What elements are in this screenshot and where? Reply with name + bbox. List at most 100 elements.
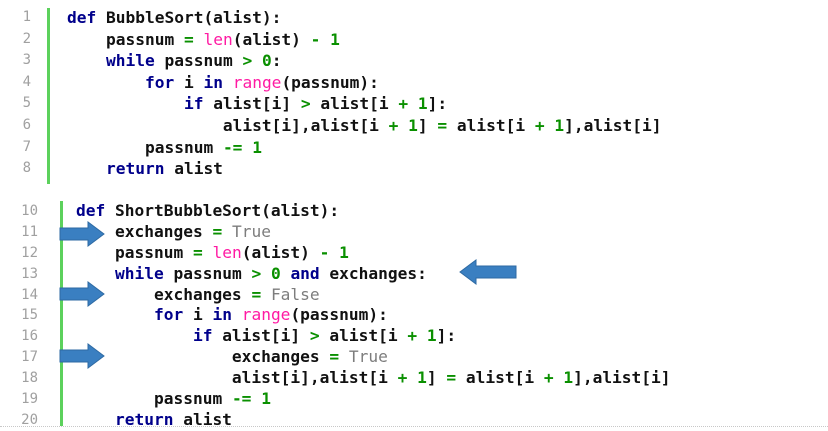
- code-token: =: [446, 368, 457, 388]
- code-token: ]:: [436, 326, 457, 346]
- code-token: 1: [252, 137, 262, 157]
- line-number: 4: [22, 73, 31, 90]
- code-token: 1: [339, 242, 349, 262]
- code-token: ]: [426, 368, 447, 388]
- code-token: ]:: [427, 94, 448, 114]
- code-text: def ShortBubbleSort(alist):: [76, 201, 339, 222]
- code-token: alist: [174, 159, 223, 179]
- code-token: ShortBubbleSort(alist):: [114, 201, 340, 220]
- code-token: alist[i: [319, 326, 408, 346]
- code-token: +: [534, 115, 545, 135]
- code-text: if alist[i] > alist[i + 1]:: [76, 326, 456, 347]
- code-token: (passnum):: [290, 305, 388, 325]
- code-token: 1: [408, 115, 418, 135]
- code-token: =: [212, 221, 223, 241]
- code-token: True: [231, 221, 271, 241]
- code-token: i: [183, 72, 204, 92]
- line-number: 19: [21, 391, 38, 408]
- code-token: -: [319, 242, 330, 262]
- code-token: 0: [270, 263, 281, 283]
- line-number: 12: [21, 244, 38, 261]
- code-token: =: [183, 29, 194, 49]
- code-token: while: [76, 263, 174, 283]
- line-number: 1: [22, 9, 31, 25]
- line-number: 20: [21, 411, 38, 428]
- code-text: while passnum > 0:: [67, 50, 281, 72]
- code-token: 1: [554, 115, 565, 135]
- code-token: -=: [231, 389, 252, 409]
- code-token: +: [388, 115, 399, 135]
- code-token: passnum: [76, 389, 232, 409]
- code-token: return: [67, 159, 175, 179]
- code-token: >: [300, 94, 311, 114]
- line-number: 6: [22, 116, 31, 133]
- line-number: 2: [22, 30, 31, 47]
- code-token: exchanges: [76, 347, 330, 367]
- code-token: alist[i: [447, 115, 535, 135]
- code-token: if: [67, 94, 214, 114]
- line-number: 14: [21, 286, 38, 303]
- line-number: 8: [22, 160, 31, 177]
- code-token: True: [348, 347, 388, 367]
- code-token: and: [290, 263, 330, 283]
- code-token: ]: [417, 115, 438, 135]
- code-token: def: [67, 8, 106, 27]
- code-token: 1: [417, 94, 428, 114]
- code-text: alist[i],alist[i + 1] = alist[i + 1],ali…: [76, 368, 671, 389]
- code-token: alist[i: [456, 368, 544, 388]
- code-token: while: [67, 51, 165, 71]
- code-text: passnum -= 1: [76, 389, 271, 410]
- code-token: >: [242, 51, 253, 71]
- code-token: (passnum):: [281, 72, 379, 92]
- code-text: passnum = len(alist) - 1: [67, 29, 340, 51]
- code-token: for: [67, 72, 184, 92]
- code-token: +: [407, 326, 418, 346]
- code-token: =: [329, 347, 340, 367]
- code-token: -=: [222, 137, 243, 157]
- code-text: return alist: [67, 158, 223, 180]
- code-token: len: [212, 242, 242, 262]
- code-token: (alist): [232, 29, 311, 49]
- code-token: +: [398, 94, 409, 114]
- bottom-divider: [0, 426, 828, 427]
- arrow-right-icon: [59, 281, 105, 307]
- arrow-left-icon: [459, 259, 517, 285]
- code-token: =: [437, 115, 448, 135]
- arrow-right-icon: [59, 343, 105, 369]
- line-number: 5: [22, 95, 31, 112]
- line-number: 10: [21, 203, 38, 219]
- code-token: (alist): [241, 242, 320, 262]
- code-token: len: [203, 29, 233, 49]
- code-text: for i in range(passnum):: [67, 72, 379, 94]
- line-number: 7: [22, 138, 31, 155]
- code-token: alist[i]: [213, 94, 301, 114]
- line-number: 16: [21, 328, 38, 345]
- code-token: 1: [563, 368, 574, 388]
- code-token: passnum: [173, 263, 252, 283]
- code-text: def BubbleSort(alist):: [67, 7, 281, 29]
- line-number: 13: [21, 265, 38, 282]
- code-token: def: [76, 201, 115, 220]
- code-token: passnum: [67, 137, 223, 157]
- code-text: while passnum > 0 and exchanges:: [76, 264, 427, 285]
- code-token: exchanges:: [329, 263, 427, 283]
- code-token: alist[i],alist[i: [76, 368, 398, 388]
- code-token: for: [76, 305, 193, 325]
- code-token: range: [232, 72, 282, 92]
- code-token: range: [241, 305, 291, 325]
- code-token: in: [212, 305, 242, 325]
- code-token: alist[i: [310, 94, 399, 114]
- code-token: BubbleSort(alist):: [105, 8, 282, 27]
